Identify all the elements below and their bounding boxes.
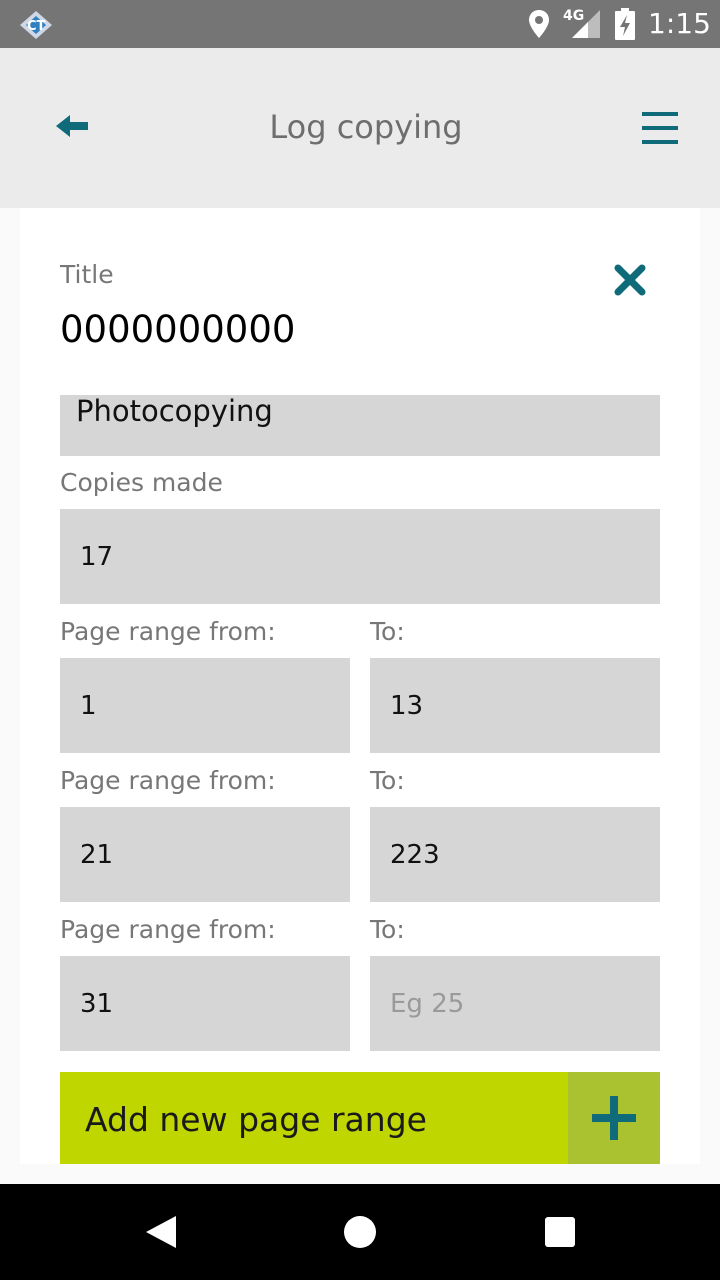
status-bar: CT 4G 1:15 [0,0,720,48]
title-value: 0000000000 [60,308,296,351]
svg-text:CT: CT [27,19,46,34]
plus-icon [592,1096,636,1140]
page-range-from-input[interactable] [60,807,350,902]
network-type-label: 4G [563,8,585,24]
page-range-to-label: To: [370,766,405,795]
back-triangle-icon[interactable] [144,1214,178,1250]
log-copying-form: Title 0000000000 Photocopying Copies mad… [20,208,700,1164]
close-x-icon[interactable] [612,262,648,298]
page-range-from-label: Page range from: [60,766,276,795]
battery-charging-icon [615,8,635,40]
page-range-from-label: Page range from: [60,915,276,944]
page-range-to-input[interactable] [370,658,660,753]
page-range-to-input[interactable] [370,956,660,1051]
page-title: Log copying [269,108,463,146]
page-range-from-label: Page range from: [60,617,276,646]
page-range-to-input[interactable] [370,807,660,902]
title-label: Title [60,260,114,289]
app-bar: Log copying [0,48,720,208]
location-icon [529,10,549,38]
copy-type-select[interactable]: Photocopying [60,395,660,456]
copies-made-input[interactable] [60,509,660,604]
copy-type-value: Photocopying [76,395,273,428]
app-notification-icon: CT [20,11,52,39]
system-nav-bar [0,1184,720,1280]
page-range-from-input[interactable] [60,658,350,753]
status-time: 1:15 [648,7,711,40]
add-page-range-label: Add new page range [85,1100,427,1139]
hamburger-menu-icon[interactable] [640,108,680,148]
copies-made-label: Copies made [60,468,223,497]
add-page-range-button[interactable]: Add new page range [60,1072,660,1164]
page-range-to-label: To: [370,617,405,646]
page-range-to-label: To: [370,915,405,944]
add-plus-area[interactable] [568,1072,660,1164]
page-range-from-input[interactable] [60,956,350,1051]
recents-square-icon[interactable] [544,1216,576,1248]
home-circle-icon[interactable] [343,1215,377,1249]
